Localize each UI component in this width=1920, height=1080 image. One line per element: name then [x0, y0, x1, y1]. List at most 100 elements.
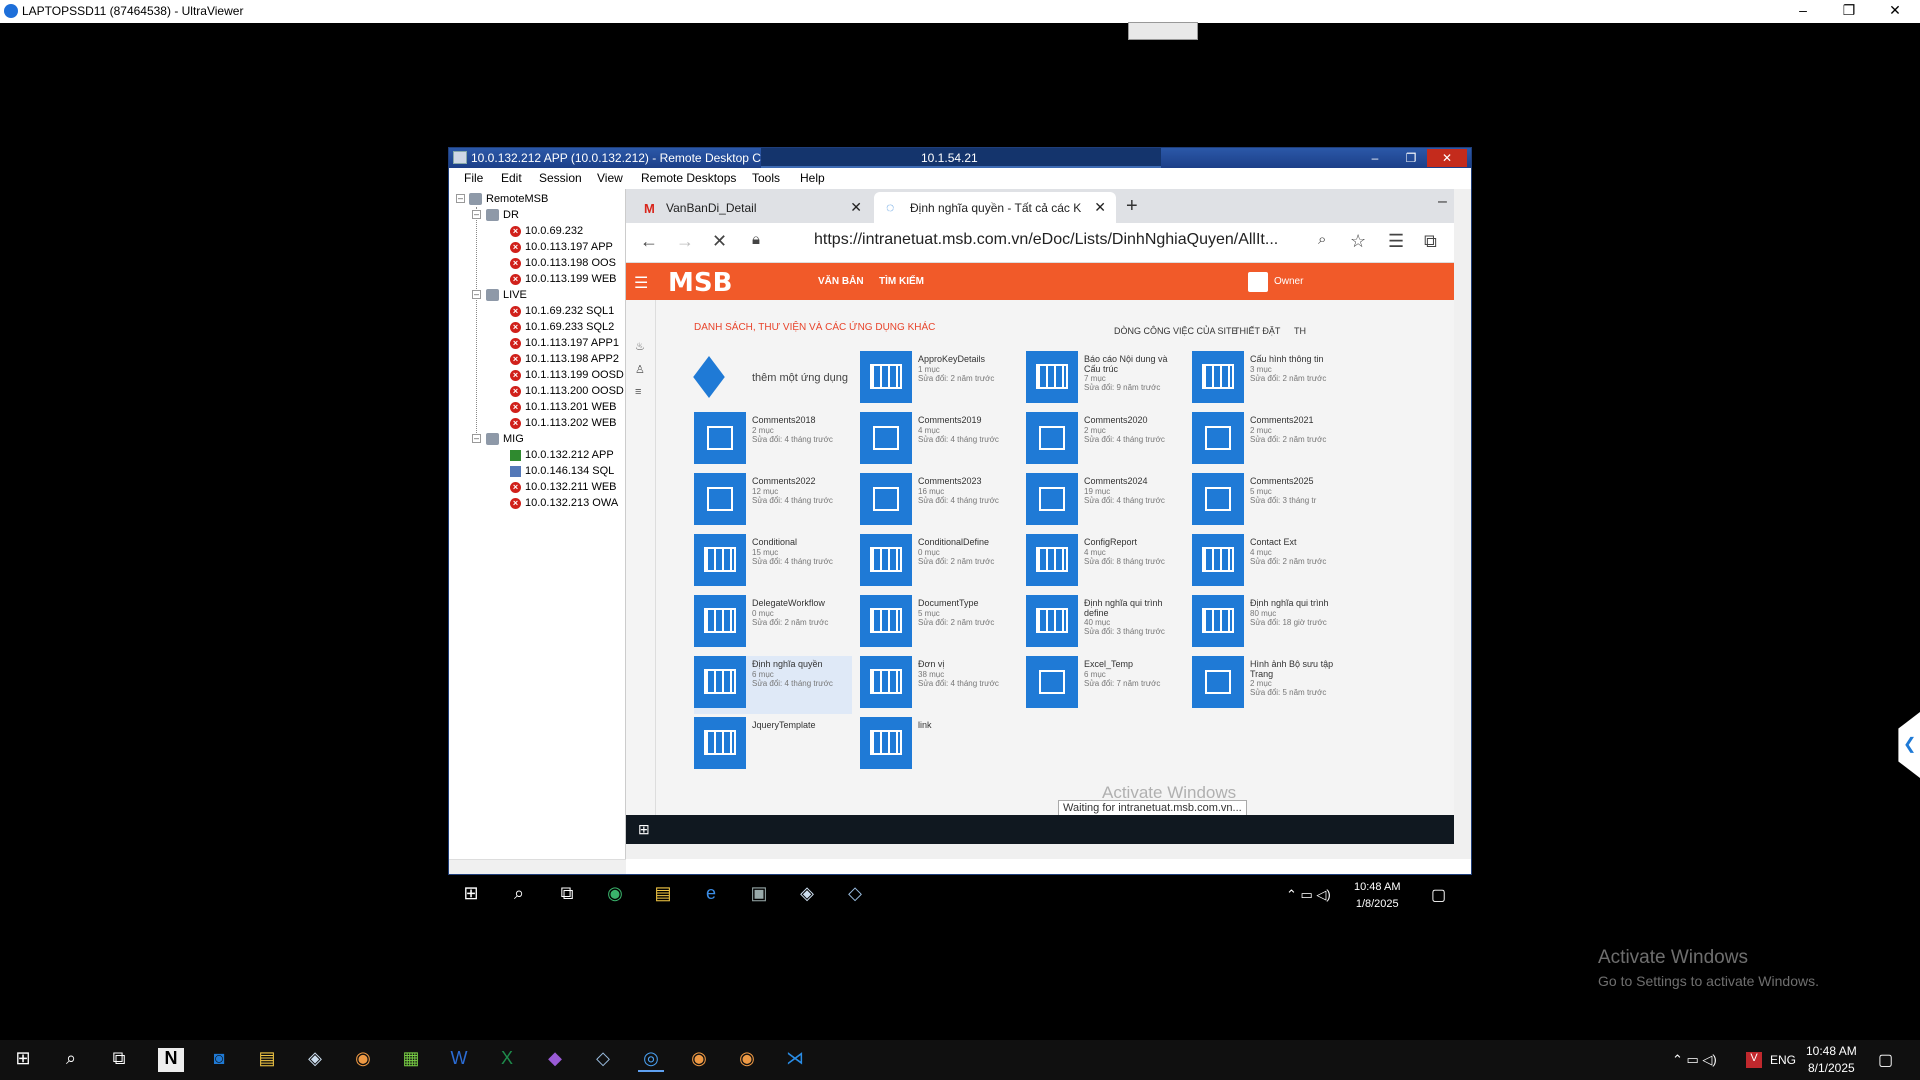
browser-minimize-icon[interactable]: – [1438, 193, 1447, 211]
vscode-icon[interactable]: ⋊ [782, 1048, 808, 1072]
menu-file[interactable]: File [464, 171, 483, 185]
favorite-star-icon[interactable]: ☆ [1350, 231, 1366, 252]
language-indicator[interactable]: ENG [1770, 1053, 1796, 1067]
menu-view[interactable]: View [597, 171, 623, 185]
app-tile[interactable]: Comments2020 2 mục Sửa đổi: 4 tháng trước [1026, 412, 1186, 468]
menu-tools[interactable]: Tools [752, 171, 780, 185]
app-tile[interactable]: Excel_Temp 6 mục Sửa đổi: 7 năm trước [1026, 656, 1186, 712]
tree-item[interactable]: × 10.1.69.233 SQL2 [510, 319, 614, 335]
tree-horizontal-scrollbar[interactable] [449, 859, 626, 874]
app-icon[interactable]: ◇ [590, 1048, 616, 1072]
zoom-icon[interactable]: ⌕ [1318, 231, 1326, 248]
edge-dev-icon[interactable]: ◉ [602, 883, 628, 909]
minimize-button[interactable]: – [1780, 0, 1826, 23]
tree-item[interactable]: × 10.0.132.211 WEB [510, 479, 617, 495]
tree-item[interactable]: × 10.0.113.198 OOS [510, 255, 616, 271]
chrome-icon[interactable]: ◉ [350, 1048, 376, 1072]
ultraviewer-icon[interactable]: ◎ [638, 1048, 664, 1072]
chrome-icon[interactable]: ◉ [686, 1048, 712, 1072]
task-view-icon[interactable]: ⧉ [554, 883, 580, 909]
tree-item[interactable]: × 10.0.113.199 WEB [510, 271, 617, 287]
restore-button[interactable]: ❐ [1826, 0, 1872, 23]
app-tile[interactable]: Hình ảnh Bộ sưu tập Trang 2 mục Sửa đổi: 5… [1192, 656, 1352, 712]
menu-help[interactable]: Help [800, 171, 825, 185]
rdc-close-button[interactable]: ✕ [1427, 149, 1467, 167]
app-tile[interactable]: Định nghĩa quyền 6 mục Sửa đổi: 4 tháng tr… [694, 656, 852, 714]
tree-item[interactable]: × 10.0.69.232 [510, 223, 583, 239]
tab-close-icon[interactable]: ✕ [850, 199, 862, 216]
ultraviewer-side-panel-toggle[interactable]: ❮ [1898, 712, 1920, 778]
new-tab-icon[interactable]: + [1126, 195, 1138, 218]
ultraviewer-toolbar[interactable] [1128, 22, 1198, 40]
app-tile[interactable]: JqueryTemplate [694, 717, 854, 773]
tree-root[interactable]: RemoteMSB [469, 191, 548, 207]
hamburger-menu-icon[interactable]: ☰ [634, 273, 648, 293]
tray-icons[interactable]: ⌃ ▭ ◁) [1672, 1052, 1717, 1068]
tree-item[interactable]: × 10.1.113.200 OOSD [510, 383, 624, 399]
owner-avatar[interactable] [1248, 272, 1268, 292]
app-tile[interactable]: Comments2024 19 mục Sửa đổi: 4 tháng trước [1026, 473, 1186, 529]
menu-session[interactable]: Session [539, 171, 582, 185]
file-explorer-icon[interactable]: ▤ [254, 1048, 280, 1072]
vietkey-icon[interactable]: V [1746, 1052, 1762, 1068]
app-tile[interactable]: link [860, 717, 1020, 773]
app-tile[interactable]: Comments2021 2 mục Sửa đổi: 2 năm trước [1192, 412, 1352, 468]
excel-icon[interactable]: X [494, 1048, 520, 1072]
app-tile[interactable]: Định nghĩa qui trình 80 mục Sửa đổi: 18 gi… [1192, 595, 1352, 651]
tree-item[interactable]: 10.0.146.134 SQL [510, 463, 614, 479]
tree-group-live[interactable]: LIVE [486, 287, 527, 303]
tree-item[interactable]: × 10.1.113.202 WEB [510, 415, 617, 431]
favorites-icon[interactable]: ☰ [1388, 231, 1404, 252]
tree-collapse-live[interactable]: – [472, 290, 481, 299]
search-icon[interactable]: ⌕ [506, 883, 532, 909]
rdc-minimize-button[interactable]: – [1355, 149, 1395, 167]
tree-item[interactable]: × 10.1.113.198 APP2 [510, 351, 619, 367]
nav-van-ban[interactable]: VĂN BẢN [818, 276, 864, 287]
notification-icon[interactable]: ▢ [1878, 1050, 1893, 1070]
app-tile[interactable]: Comments2022 12 mục Sửa đổi: 4 tháng trước [694, 473, 854, 529]
url-input[interactable]: https://intranetuat.msb.com.vn/eDoc/List… [814, 231, 1278, 249]
app-tile[interactable]: Conditional 15 mục Sửa đổi: 4 tháng trước [694, 534, 854, 590]
start-icon[interactable]: ⊞ [10, 1048, 36, 1072]
app-tile[interactable]: Định nghĩa qui trình define 40 mục Sửa đổi… [1026, 595, 1186, 651]
forward-icon[interactable]: → [676, 231, 694, 252]
tree-item[interactable]: × 10.0.113.197 APP [510, 239, 613, 255]
internet-explorer-icon[interactable]: e [698, 883, 724, 909]
msb-logo[interactable]: MSB [668, 268, 732, 298]
start-icon[interactable]: ⊞ [458, 883, 484, 909]
back-icon[interactable]: ← [640, 231, 658, 252]
visual-studio-icon[interactable]: ◆ [542, 1048, 568, 1072]
app-tile[interactable]: Đơn vị 38 mục Sửa đổi: 4 tháng trước [860, 656, 1020, 712]
app-tile[interactable]: Cấu hình thông tin 3 mục Sửa đổi: 2 năm tr… [1192, 351, 1352, 407]
server-clock[interactable]: 10:48 AM 1/8/2025 [1354, 879, 1400, 913]
tree-collapse-mig[interactable]: – [472, 434, 481, 443]
tab-close-icon[interactable]: ✕ [1094, 199, 1106, 216]
tree-collapse-root[interactable]: – [456, 194, 465, 203]
app-tile[interactable]: Comments2023 16 mục Sửa đổi: 4 tháng trước [860, 473, 1020, 529]
app-tile[interactable]: DelegateWorkflow 0 mục Sửa đổi: 2 năm trướ… [694, 595, 854, 651]
tree-item[interactable]: × 10.1.113.201 WEB [510, 399, 617, 415]
rdcman-icon[interactable]: ◈ [794, 883, 820, 909]
tree-item[interactable]: × 10.1.69.232 SQL1 [510, 303, 614, 319]
menu-edit[interactable]: Edit [501, 171, 522, 185]
menu-remote-desktops[interactable]: Remote Desktops [641, 171, 736, 185]
clock[interactable]: 10:48 AM 8/1/2025 [1806, 1043, 1857, 1077]
connection-bar[interactable]: 10.1.54.21 [761, 148, 1161, 168]
owner-label[interactable]: Owner [1274, 276, 1303, 287]
search-icon[interactable]: ⌕ [58, 1048, 84, 1072]
task-view-icon[interactable]: ⧉ [106, 1048, 132, 1072]
tree-item-active[interactable]: 10.0.132.212 APP [510, 447, 614, 463]
notification-icon[interactable]: ▢ [1431, 885, 1446, 905]
collections-icon[interactable]: ⧉ [1424, 231, 1437, 252]
rdcman-icon[interactable]: ◈ [302, 1048, 328, 1072]
tree-item[interactable]: × 10.1.113.199 OOSD [510, 367, 624, 383]
remote-desktop-icon[interactable]: ▣ [746, 883, 772, 909]
app-tile[interactable]: ConditionalDefine 0 mục Sửa đổi: 2 năm trư… [860, 534, 1020, 590]
file-explorer-icon[interactable]: ▤ [650, 883, 676, 909]
notion-icon[interactable]: N [158, 1048, 184, 1072]
chrome-icon[interactable]: ◉ [734, 1048, 760, 1072]
app-tile[interactable]: Comments2019 4 mục Sửa đổi: 4 tháng trước [860, 412, 1020, 468]
tree-group-dr[interactable]: DR [486, 207, 519, 223]
notepad-icon[interactable]: ▦ [398, 1048, 424, 1072]
nav-tim-kiem[interactable]: TÌM KIẾM [879, 276, 924, 287]
